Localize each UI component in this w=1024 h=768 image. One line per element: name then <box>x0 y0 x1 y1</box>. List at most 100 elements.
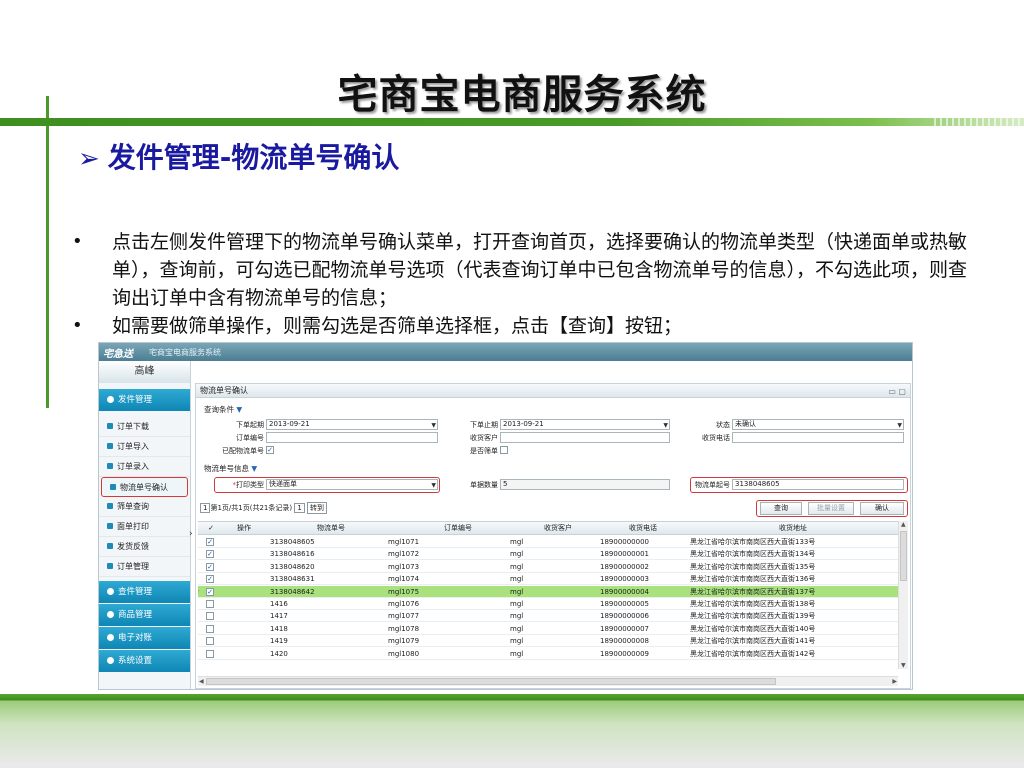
goto-page-input[interactable]: 1 <box>294 503 305 513</box>
cell-customer: mgl <box>510 612 524 621</box>
query-conditions-group[interactable]: 查询条件 ▼ <box>204 404 242 415</box>
table-row[interactable]: 1417 mgl1077 mgl 18900000006 黑龙江省哈尔滨市南岗区西大直街… <box>198 610 904 623</box>
table-row[interactable]: ✓ 3138048631 mgl1074 mgl 18900000003 黑龙江省哈尔滨市… <box>198 573 904 586</box>
order-start-date-input[interactable]: 2013-09-21 ▼ <box>266 419 438 430</box>
print-type-select[interactable]: 快递面单 ▼ <box>266 479 438 490</box>
user-name: 高峰 <box>99 361 190 383</box>
sidebar-section-billing[interactable]: 电子对账 <box>99 627 190 649</box>
start-no-input[interactable]: 3138048605 <box>732 479 904 490</box>
table-row[interactable]: • ✓ 3138048642 mgl1075 mgl 18900000004 黑龙江省哈尔滨… <box>198 585 904 598</box>
cell-customer: mgl <box>510 550 524 559</box>
cell-address: 黑龙江省哈尔滨市南岗区西大直街134号 <box>690 550 816 559</box>
table-row[interactable]: 1419 mgl1079 mgl 18900000008 黑龙江省哈尔滨市南岗区西大直街… <box>198 635 904 648</box>
order-end-label: 下单止期 <box>470 421 498 429</box>
row-checkbox[interactable] <box>206 624 214 633</box>
order-no-input[interactable] <box>266 432 438 443</box>
col-header-phone: 收货电话 <box>629 524 657 532</box>
query-button[interactable]: 查询 <box>760 502 802 515</box>
cell-order-no: mgl1076 <box>388 600 420 608</box>
assigned-no-checkbox[interactable]: ✓ <box>266 446 274 454</box>
grid-vertical-scrollbar[interactable]: ▲ ▼ <box>898 521 908 669</box>
cell-logistics-no: 3138048642 <box>270 587 315 596</box>
row-checkbox[interactable]: ✓ <box>206 550 214 559</box>
menu-arrow-icon <box>107 611 114 618</box>
logistics-info-group[interactable]: 物流单号信息 ▼ <box>204 463 257 474</box>
sidebar-collapse-icon[interactable]: › <box>189 529 193 539</box>
sidebar-item-order-download[interactable]: 订单下载 <box>99 417 190 437</box>
screen-checkbox[interactable] <box>500 446 508 454</box>
order-end-date-input[interactable]: 2013-09-21 ▼ <box>500 419 670 430</box>
select-all-icon[interactable]: ✓ <box>206 522 216 534</box>
sidebar-item-order-import[interactable]: 订单导入 <box>99 437 190 457</box>
sidebar-item-ship-feedback[interactable]: 发货反馈 <box>99 537 190 557</box>
row-checkbox[interactable] <box>206 600 214 608</box>
doc-count-label: 单据数量 <box>470 481 498 489</box>
cell-phone: 18900000000 <box>600 538 649 546</box>
cell-order-no: mgl1072 <box>388 550 420 559</box>
app-screenshot: 宅急送 宅商宝电商服务系统 高峰 发件管理 订单下载 订单导入 订单录入 物流单… <box>98 342 913 690</box>
cell-logistics-no: 1417 <box>270 612 288 621</box>
row-checkbox[interactable] <box>206 649 214 658</box>
cell-phone: 18900000006 <box>600 612 649 621</box>
cell-address: 黑龙江省哈尔滨市南岗区西大直街140号 <box>690 624 816 633</box>
row-checkbox[interactable] <box>206 612 214 621</box>
assigned-no-label: 已配物流单号 <box>222 447 264 455</box>
sidebar-item-order-manage[interactable]: 订单管理 <box>99 557 190 577</box>
goto-page-button[interactable]: 转到 <box>307 502 328 514</box>
panel-window-icons[interactable]: ▭ ▢ <box>888 385 906 399</box>
sidebar-section-settings[interactable]: 系统设置 <box>99 650 190 672</box>
grid-horizontal-scrollbar[interactable]: ◀ ▶ <box>198 676 898 686</box>
col-header-customer: 收货客户 <box>544 524 572 532</box>
phone-label: 收货电话 <box>702 434 730 442</box>
cell-customer: mgl <box>510 637 524 646</box>
row-checkbox[interactable]: ✓ <box>206 575 214 584</box>
phone-input[interactable] <box>732 432 904 443</box>
page-number-input[interactable]: 1 <box>200 503 211 513</box>
sidebar-item-waybill-print[interactable]: 面单打印 <box>99 517 190 537</box>
sidebar-item-screen-query[interactable]: 筛单查询 <box>99 497 190 517</box>
cell-phone: 18900000001 <box>600 550 649 559</box>
row-checkbox[interactable]: ✓ <box>206 562 214 571</box>
sidebar: 高峰 发件管理 订单下载 订单导入 订单录入 物流单号确认 筛单查询 面单打印 … <box>99 361 191 689</box>
chevron-down-icon: ▼ <box>236 405 243 414</box>
doc-count-field: 5 <box>500 479 670 490</box>
row-checkbox[interactable] <box>206 637 214 646</box>
sidebar-section-track[interactable]: 查件管理 <box>99 581 190 603</box>
col-header-order-no: 订单编号 <box>444 524 472 532</box>
batch-set-button[interactable]: 批量设置 <box>808 502 854 515</box>
pager-info: 第1页/共1页(共21条记录) <box>210 504 293 512</box>
sidebar-item-logistics-confirm[interactable]: 物流单号确认 <box>101 477 188 497</box>
vertical-accent-line <box>46 96 49 408</box>
cell-customer: mgl <box>510 649 524 658</box>
screen-label: 是否筛单 <box>470 447 498 455</box>
table-row[interactable]: ✓ 3138048616 mgl1072 mgl 18900000001 黑龙江省哈尔滨市… <box>198 548 904 561</box>
sidebar-section-send[interactable]: 发件管理 <box>99 389 190 411</box>
customer-label: 收货客户 <box>470 434 498 442</box>
cell-order-no: mgl1080 <box>388 649 420 658</box>
table-row[interactable]: ✓ 3138048605 mgl1071 mgl 18900000000 黑龙江省哈尔滨市… <box>198 536 904 548</box>
menu-bullet-icon <box>107 443 113 449</box>
cell-logistics-no: 1420 <box>270 649 288 658</box>
cell-order-no: mgl1071 <box>388 538 420 546</box>
table-row[interactable]: 1420 mgl1080 mgl 18900000009 黑龙江省哈尔滨市南岗区西大直街… <box>198 648 904 660</box>
row-checkbox[interactable]: ✓ <box>206 538 214 546</box>
menu-bullet-icon <box>107 423 113 429</box>
sidebar-item-order-entry[interactable]: 订单录入 <box>99 457 190 477</box>
status-select[interactable]: 未确认 ▼ <box>732 419 904 430</box>
confirm-button[interactable]: 确认 <box>860 502 904 515</box>
app-header: 宅急送 宅商宝电商服务系统 <box>99 343 912 361</box>
slide-title: 宅商宝电商服务系统 <box>337 72 707 118</box>
table-row[interactable]: 1418 mgl1078 mgl 18900000007 黑龙江省哈尔滨市南岗区西大直街… <box>198 623 904 635</box>
cell-order-no: mgl1075 <box>388 587 420 596</box>
cell-phone: 18900000003 <box>600 575 649 584</box>
row-checkbox[interactable]: ✓ <box>206 587 214 596</box>
customer-input[interactable] <box>500 432 670 443</box>
bullet-item: 点击左侧发件管理下的物流单号确认菜单，打开查询首页，选择要确认的物流单类型（快递… <box>72 228 972 312</box>
chevron-down-icon: ▼ <box>431 422 436 429</box>
table-row[interactable]: ✓ 3138048620 mgl1073 mgl 18900000002 黑龙江省哈尔滨市… <box>198 561 904 573</box>
menu-bullet-icon <box>107 543 113 549</box>
order-no-label: 订单编号 <box>236 434 264 442</box>
sidebar-section-goods[interactable]: 商品管理 <box>99 604 190 626</box>
table-row[interactable]: 1416 mgl1076 mgl 18900000005 黑龙江省哈尔滨市南岗区西大直街… <box>198 598 904 610</box>
menu-bullet-icon <box>107 523 113 529</box>
